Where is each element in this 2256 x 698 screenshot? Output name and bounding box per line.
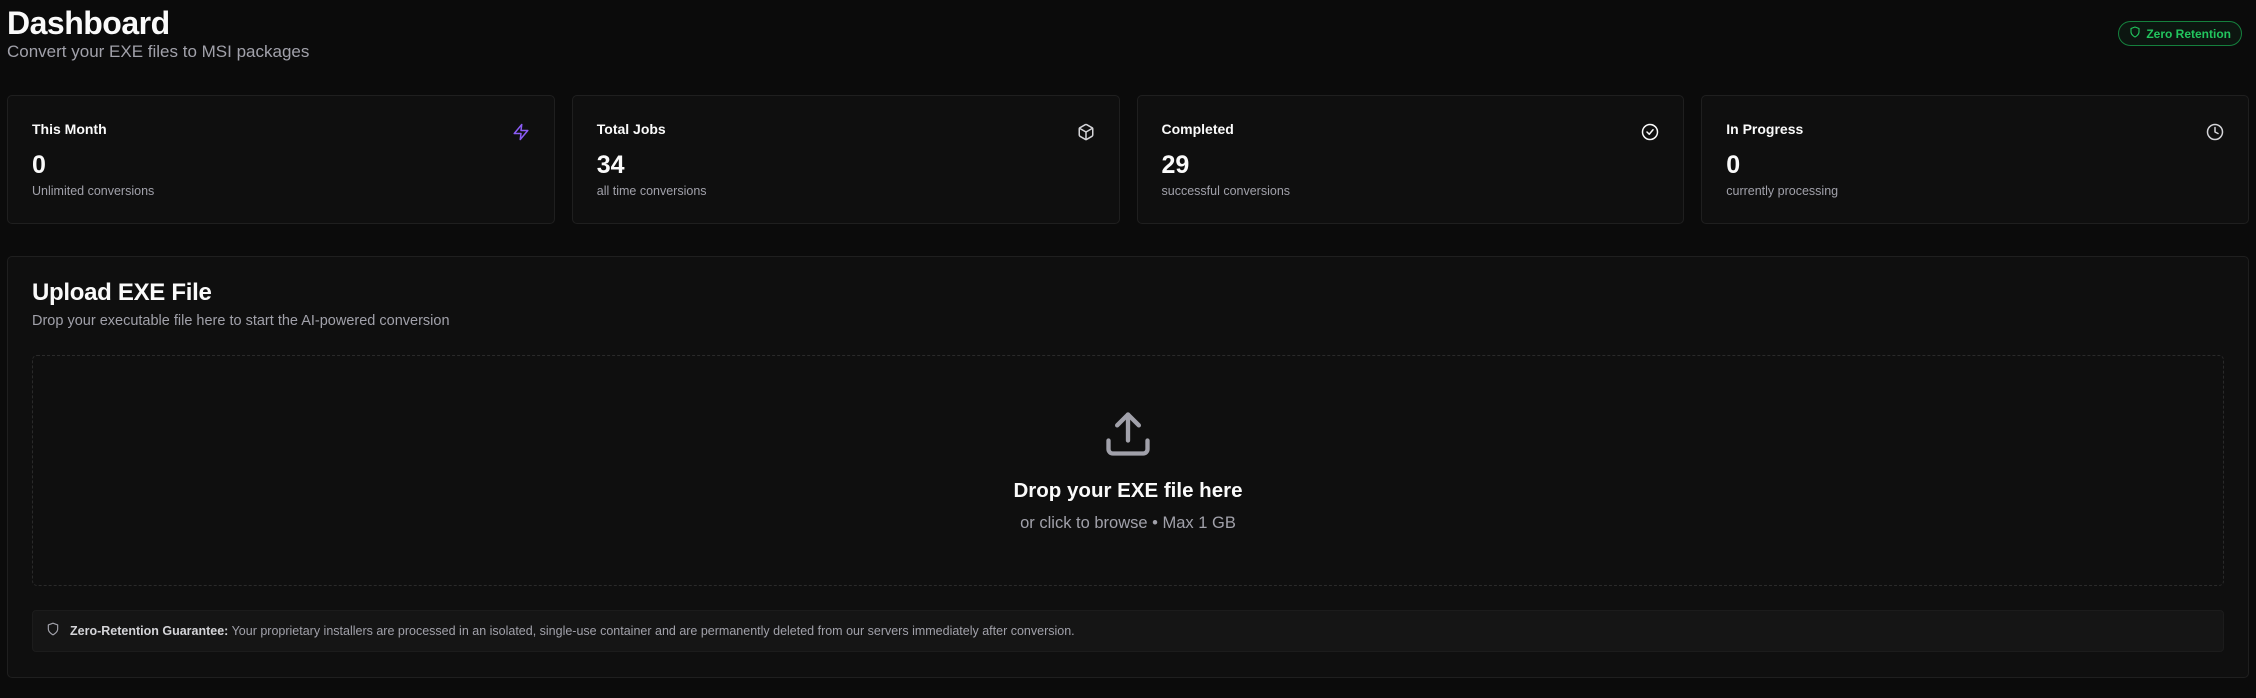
dropzone-subtitle: or click to browse • Max 1 GB (1020, 514, 1236, 532)
stat-value: 0 (1726, 151, 1741, 179)
stat-label: Completed (1161, 121, 1234, 137)
stats-row: This Month 0 Unlimited conversions Total… (7, 95, 2249, 224)
stat-sub: currently processing (1726, 184, 1839, 198)
dropzone-title: Drop your EXE file here (1013, 479, 1243, 502)
stat-sub: Unlimited conversions (32, 184, 155, 198)
stat-sub: all time conversions (596, 184, 707, 198)
notice-text: Zero-Retention Guarantee: Your proprieta… (70, 624, 1075, 638)
page-header: Dashboard Convert your EXE files to MSI … (7, 0, 2249, 95)
stat-label: Total Jobs (596, 121, 666, 137)
file-dropzone[interactable]: Drop your EXE file here or click to brow… (32, 355, 2224, 586)
zero-retention-badge: Zero Retention (2118, 21, 2242, 46)
page-subtitle: Convert your EXE files to MSI packages (7, 42, 310, 61)
page-title: Dashboard (7, 5, 170, 41)
stat-value: 34 (596, 151, 625, 179)
badge-label: Zero Retention (2146, 26, 2231, 41)
stat-card-this-month: This Month 0 Unlimited conversions (7, 95, 555, 224)
stat-value: 0 (32, 151, 46, 179)
stat-card-in-progress: In Progress 0 currently processing (1701, 95, 2249, 224)
package-icon (1077, 123, 1095, 141)
clock-icon (2206, 123, 2224, 141)
shield-icon (2129, 26, 2141, 41)
stat-card-completed: Completed 29 successful conversions (1136, 95, 1685, 224)
upload-panel: Upload EXE File Drop your executable fil… (7, 256, 2249, 678)
dashboard-page: Dashboard Convert your EXE files to MSI … (0, 0, 2256, 698)
zero-retention-notice: Zero-Retention Guarantee: Your proprieta… (32, 610, 2224, 652)
upload-icon (1102, 408, 1154, 460)
stat-label: In Progress (1726, 121, 1804, 137)
zap-icon (512, 123, 530, 141)
stat-label: This Month (32, 121, 107, 137)
shield-icon (46, 622, 60, 641)
stat-sub: successful conversions (1161, 184, 1291, 198)
upload-subtitle: Drop your executable file here to start … (32, 313, 450, 329)
notice-heading: Zero-Retention Guarantee: (70, 624, 229, 638)
stat-value: 29 (1161, 151, 1190, 179)
notice-body: Your proprietary installers are processe… (228, 624, 1075, 638)
stat-card-total-jobs: Total Jobs 34 all time conversions (571, 95, 1120, 224)
upload-title: Upload EXE File (32, 279, 212, 306)
check-circle-icon (1641, 123, 1659, 141)
